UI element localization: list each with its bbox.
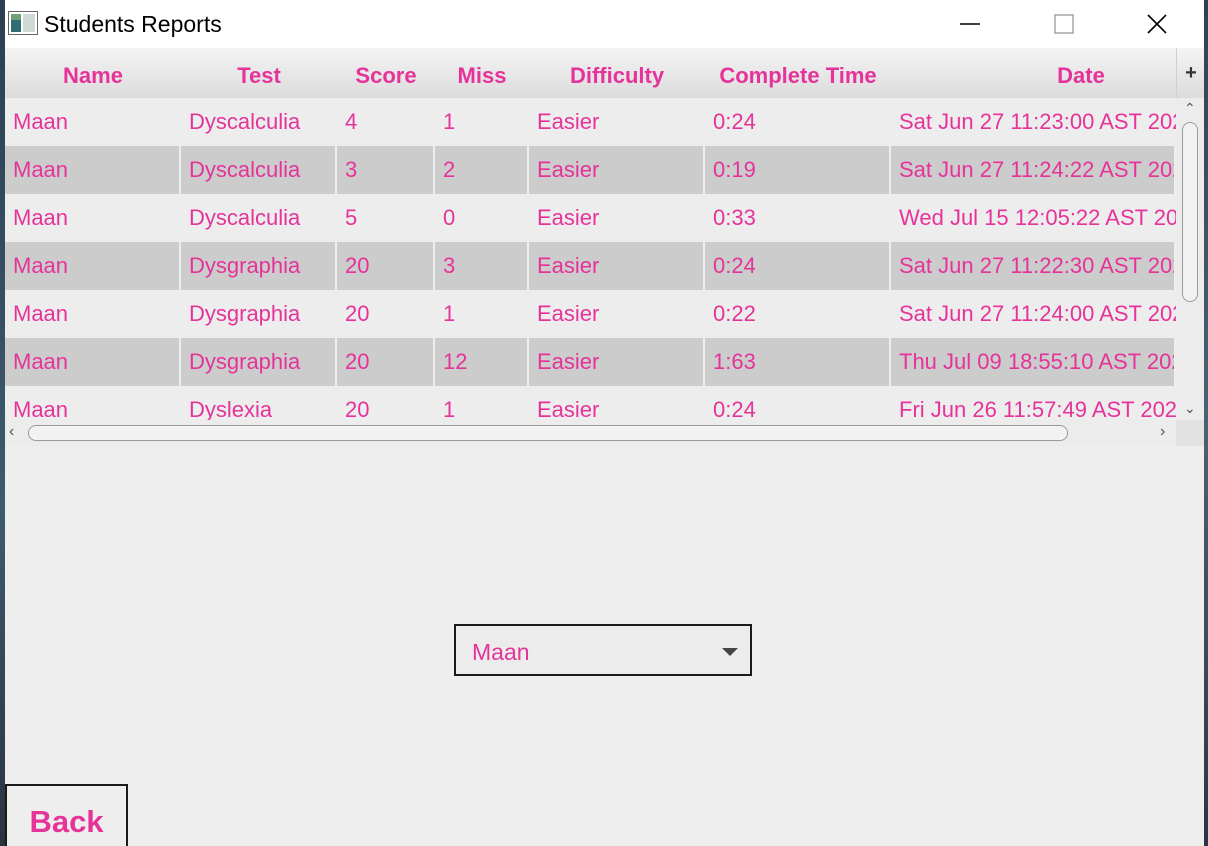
column-header-test[interactable]: Test [181,48,337,98]
horizontal-scrollbar[interactable]: ‹ › [5,420,1176,446]
minimize-icon [960,23,980,25]
cell-name: Maan [5,338,181,386]
close-button[interactable] [1133,0,1181,48]
cell-test: Dyscalculia [189,205,301,230]
cell-date: Sat Jun 27 11:23:00 AST 2020 [899,109,1176,134]
cell-difficulty: Easier [529,338,705,386]
scroll-right-icon[interactable]: › [1160,423,1165,441]
table-row[interactable]: Maan Dyslexia 20 1 Easier 0:24 Fri Jun 2… [5,386,1176,420]
students-reports-window: Students Reports Name Test Score Miss Di… [5,0,1204,846]
table-body: Maan Dyscalculia 4 1 Easier 0:24 Sat Jun… [5,98,1176,420]
cell-complete-time: 0:33 [713,205,756,230]
back-button[interactable]: Back [5,784,128,846]
chevron-down-icon [722,648,738,656]
reports-table: Name Test Score Miss Difficulty Complete… [5,48,1204,446]
cell-name: Maan [13,109,69,134]
table-row[interactable]: Maan Dysgraphia 20 12 Easier 1:63 Thu Ju… [5,338,1176,386]
close-icon [1147,14,1167,34]
cell-name: Maan [13,301,69,326]
cell-complete-time: 0:19 [705,146,891,194]
cell-miss: 1 [443,109,456,134]
cell-difficulty: Easier [537,301,600,326]
cell-miss: 12 [435,338,529,386]
cell-date: Sat Jun 27 11:24:22 AST 2020 [891,146,1176,194]
cell-date: Sat Jun 27 11:22:30 AST 2020 [891,242,1176,290]
cell-score: 20 [337,242,435,290]
maximize-icon [1054,14,1074,34]
cell-date: Thu Jul 09 18:55:10 AST 2020 [891,338,1176,386]
app-icon [8,11,38,35]
cell-difficulty: Easier [529,242,705,290]
maximize-button[interactable] [1040,0,1088,48]
cell-difficulty: Easier [537,205,600,230]
cell-test: Dyscalculia [189,109,301,134]
table-row[interactable]: Maan Dyscalculia 4 1 Easier 0:24 Sat Jun… [5,98,1176,146]
student-select-value: Maan [472,639,530,665]
cell-miss: 1 [443,301,456,326]
scroll-left-icon[interactable]: ‹ [9,423,14,441]
cell-miss: 3 [435,242,529,290]
column-header-miss[interactable]: Miss [435,48,529,98]
cell-complete-time: 1:63 [705,338,891,386]
cell-test: Dysgraphia [181,338,337,386]
cell-date: Sat Jun 27 11:24:00 AST 2020 [899,301,1176,326]
cell-test: Dysgraphia [181,242,337,290]
cell-name: Maan [5,242,181,290]
cell-name: Maan [5,146,181,194]
cell-score: 5 [345,205,358,230]
cell-score: 20 [337,338,435,386]
cell-score: 4 [345,109,358,134]
scrollbar-corner [1176,420,1204,446]
cell-name: Maan [13,205,69,230]
column-header-name[interactable]: Name [5,48,181,98]
column-header-difficulty[interactable]: Difficulty [529,48,705,98]
student-select[interactable]: Maan [454,624,752,676]
horizontal-scroll-thumb[interactable] [28,425,1068,441]
cell-miss: 1 [443,397,456,420]
cell-score: 20 [345,397,370,420]
window-title: Students Reports [44,11,222,37]
cell-complete-time: 0:24 [713,397,756,420]
table-row[interactable]: Maan Dysgraphia 20 3 Easier 0:24 Sat Jun… [5,242,1176,290]
cell-difficulty: Easier [529,146,705,194]
table-row[interactable]: Maan Dyscalculia 5 0 Easier 0:33 Wed Jul… [5,194,1176,242]
column-header-date[interactable]: Date [891,48,1204,98]
minimize-button[interactable] [946,0,994,48]
cell-test: Dyslexia [189,397,273,420]
cell-score: 20 [345,301,370,326]
cell-miss: 0 [443,205,456,230]
cell-test: Dyscalculia [181,146,337,194]
cell-difficulty: Easier [537,397,600,420]
table-row[interactable]: Maan Dyscalculia 3 2 Easier 0:19 Sat Jun… [5,146,1176,194]
cell-complete-time: 0:22 [713,301,756,326]
table-row[interactable]: Maan Dysgraphia 20 1 Easier 0:22 Sat Jun… [5,290,1176,338]
cell-difficulty: Easier [537,109,600,134]
column-menu-button[interactable]: + [1176,48,1204,98]
scroll-up-icon[interactable]: ⌃ [1184,100,1196,117]
cell-name: Maan [13,397,69,420]
scroll-down-icon[interactable]: ⌄ [1184,400,1196,417]
cell-score: 3 [337,146,435,194]
title-bar[interactable]: Students Reports [5,0,1204,48]
cell-test: Dysgraphia [189,301,301,326]
vertical-scrollbar[interactable]: ⌃ ⌄ [1176,98,1204,420]
vertical-scroll-thumb[interactable] [1182,122,1198,302]
desktop-background-right [1204,0,1208,846]
cell-complete-time: 0:24 [713,109,756,134]
cell-date: Fri Jun 26 11:57:49 AST 2020 [899,397,1176,420]
cell-date: Wed Jul 15 12:05:22 AST 2020 [899,205,1176,230]
cell-miss: 2 [435,146,529,194]
column-header-score[interactable]: Score [337,48,435,98]
table-header: Name Test Score Miss Difficulty Complete… [5,48,1176,99]
cell-complete-time: 0:24 [705,242,891,290]
column-header-complete-time[interactable]: Complete Time [705,48,891,98]
